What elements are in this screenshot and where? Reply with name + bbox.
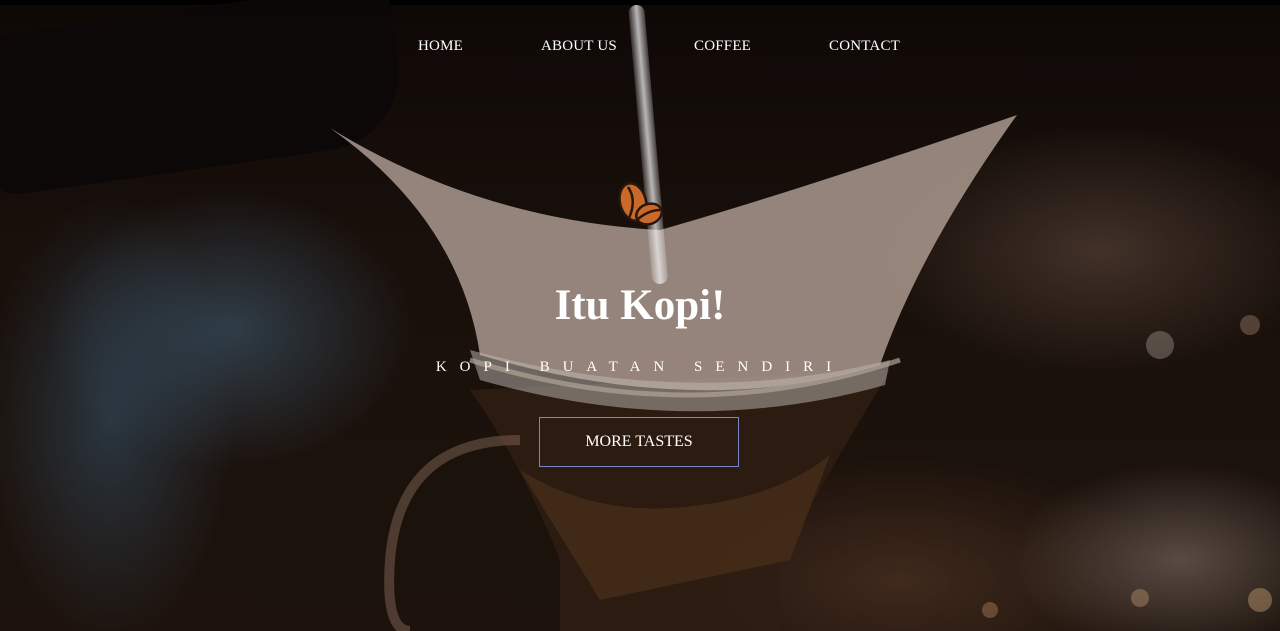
main-nav: HOME ABOUT US COFFEE CONTACT bbox=[0, 38, 1280, 64]
nav-coffee-link[interactable]: COFFEE bbox=[694, 38, 751, 55]
coffee-beans-icon bbox=[618, 182, 663, 226]
hero-section: HOME ABOUT US COFFEE CONTACT Itu Kopi! K… bbox=[0, 0, 1280, 631]
nav-contact-link[interactable]: CONTACT bbox=[829, 38, 900, 55]
more-tastes-button[interactable]: MORE TASTES bbox=[539, 417, 739, 467]
hero-subtitle: KOPI BUATAN SENDIRI bbox=[435, 359, 845, 375]
hero-title: Itu Kopi! bbox=[554, 282, 726, 329]
nav-home-link[interactable]: HOME bbox=[418, 38, 463, 55]
nav-about-link[interactable]: ABOUT US bbox=[541, 38, 617, 55]
